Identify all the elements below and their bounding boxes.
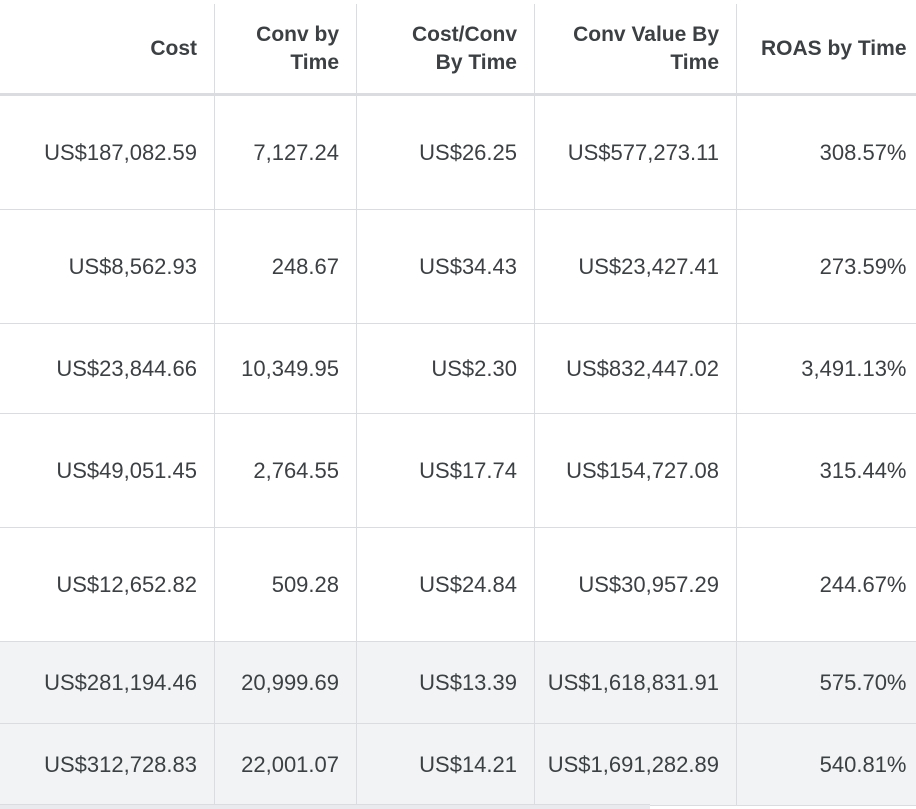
table-row: US$12,652.82 509.28 US$24.84 US$30,957.2… (0, 527, 916, 642)
cell-cost: US$8,562.93 (0, 209, 215, 324)
table-row: US$49,051.45 2,764.55 US$17.74 US$154,72… (0, 413, 916, 528)
cell-cost-conv: US$13.39 (356, 641, 535, 724)
column-header-label: Conv Value By Time (573, 22, 719, 74)
cell-conv: 7,127.24 (214, 94, 357, 210)
column-header-label: ROAS by Time (761, 36, 907, 60)
cell-roas: 244.67% (736, 527, 916, 642)
table-row: US$23,844.66 10,349.95 US$2.30 US$832,44… (0, 323, 916, 414)
cell-conv-value: US$1,691,282.89 (534, 723, 737, 806)
cell-cost-conv: US$26.25 (356, 94, 535, 210)
cell-conv: 20,999.69 (214, 641, 357, 724)
cell-cost-conv: US$34.43 (356, 209, 535, 324)
cell-conv-value: US$1,618,831.91 (534, 641, 737, 724)
column-header-roas[interactable]: ROAS by Time (736, 4, 916, 96)
table-row: US$187,082.59 7,127.24 US$26.25 US$577,2… (0, 94, 916, 210)
cell-cost: US$49,051.45 (0, 413, 215, 528)
cell-roas: 3,491.13% (736, 323, 916, 414)
cell-roas: 540.81% (736, 723, 916, 806)
column-header-conv-value[interactable]: Conv Value By Time (534, 4, 737, 96)
total-row: US$281,194.46 20,999.69 US$13.39 US$1,61… (0, 641, 916, 724)
table-row: US$8,562.93 248.67 US$34.43 US$23,427.41… (0, 209, 916, 324)
cell-cost-conv: US$2.30 (356, 323, 535, 414)
cell-conv-value: US$30,957.29 (534, 527, 737, 642)
cell-conv: 248.67 (214, 209, 357, 324)
cell-roas: 315.44% (736, 413, 916, 528)
cell-cost: US$281,194.46 (0, 641, 215, 724)
cell-cost: US$23,844.66 (0, 323, 215, 414)
total-row: US$312,728.83 22,001.07 US$14.21 US$1,69… (0, 723, 916, 806)
column-header-cost-per-conv[interactable]: Cost/Conv By Time (356, 4, 535, 96)
cell-roas: 308.57% (736, 94, 916, 210)
cell-conv: 10,349.95 (214, 323, 357, 414)
cell-cost-conv: US$24.84 (356, 527, 535, 642)
cell-conv: 22,001.07 (214, 723, 357, 806)
horizontal-scrollbar[interactable] (0, 804, 650, 809)
column-header-label: Cost/Conv By Time (412, 22, 517, 74)
column-header-cost[interactable]: Cost (0, 4, 215, 96)
cell-conv-value: US$154,727.08 (534, 413, 737, 528)
cell-conv: 2,764.55 (214, 413, 357, 528)
report-table: Cost Conv by Time Cost/Conv By Time Conv V… (0, 4, 916, 806)
cell-conv-value: US$23,427.41 (534, 209, 737, 324)
cell-cost: US$312,728.83 (0, 723, 215, 806)
report-table-viewport: Cost Conv by Time Cost/Conv By Time Conv V… (0, 0, 916, 809)
cell-roas: 273.59% (736, 209, 916, 324)
column-header-conv-by-time[interactable]: Conv by Time (214, 4, 357, 96)
header-row: Cost Conv by Time Cost/Conv By Time Conv V… (0, 4, 916, 96)
cell-roas: 575.70% (736, 641, 916, 724)
cell-cost-conv: US$14.21 (356, 723, 535, 806)
cell-cost-conv: US$17.74 (356, 413, 535, 528)
cell-cost: US$12,652.82 (0, 527, 215, 642)
cell-conv-value: US$577,273.11 (534, 94, 737, 210)
column-header-label: Conv by Time (256, 22, 339, 74)
cell-conv-value: US$832,447.02 (534, 323, 737, 414)
cell-cost: US$187,082.59 (0, 94, 215, 210)
cell-conv: 509.28 (214, 527, 357, 642)
column-header-label: Cost (150, 36, 197, 60)
